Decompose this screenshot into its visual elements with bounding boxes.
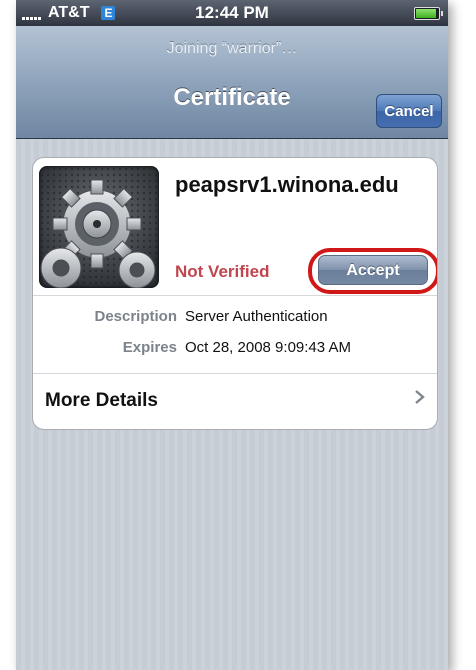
chevron-right-icon <box>415 390 425 404</box>
divider <box>33 373 437 374</box>
iphone-screen: AT&T E 12:44 PM Joining “warrior”… Certi… <box>16 0 448 670</box>
verification-status: Not Verified <box>175 262 270 281</box>
nav-prompt: Joining “warrior”… <box>166 40 298 57</box>
battery-icon <box>414 7 443 20</box>
navigation-bar: Joining “warrior”… Certificate Cancel <box>16 26 448 139</box>
detail-value: Oct 28, 2008 9:09:43 AM <box>185 339 351 356</box>
cancel-button[interactable]: Cancel <box>376 94 442 128</box>
certificate-hostname: peapsrv1.winona.edu <box>175 172 399 197</box>
settings-gears-icon <box>39 166 159 288</box>
detail-label: Expires <box>122 339 177 356</box>
detail-label: Description <box>94 308 177 325</box>
highlight-circle <box>308 248 437 294</box>
certificate-card: peapsrv1.winona.edu Not Verified Accept … <box>32 157 438 430</box>
more-details-row[interactable]: More Details <box>45 390 158 412</box>
status-bar: AT&T E 12:44 PM <box>16 0 448 26</box>
divider <box>33 295 437 296</box>
detail-value: Server Authentication <box>185 308 328 325</box>
status-time: 12:44 PM <box>195 3 269 22</box>
